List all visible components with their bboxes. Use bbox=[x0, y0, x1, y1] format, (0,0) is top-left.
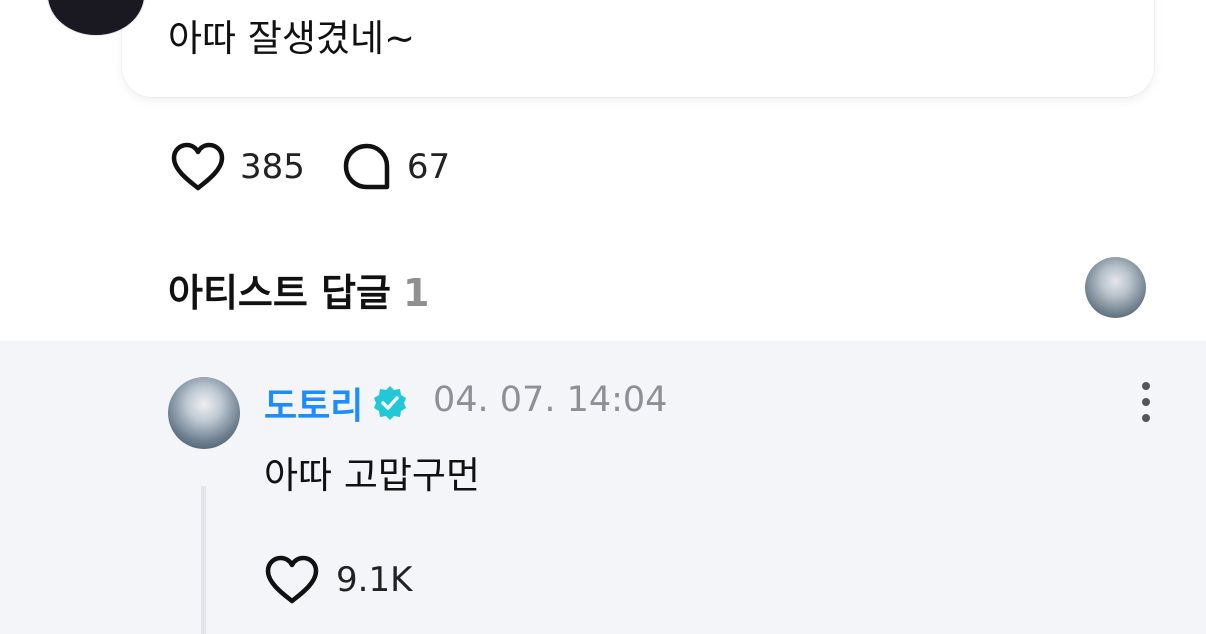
reply-author-name[interactable]: 도토리 bbox=[264, 377, 363, 429]
reply-like-count: 9.1K bbox=[336, 560, 413, 600]
heart-icon bbox=[171, 142, 225, 191]
heart-icon bbox=[265, 555, 319, 604]
post-like-count: 385 bbox=[240, 147, 305, 187]
speech-bubble-icon bbox=[343, 143, 390, 190]
verified-badge-icon bbox=[374, 386, 406, 420]
reply-timestamp: 04. 07. 14:04 bbox=[433, 380, 668, 420]
artist-replies-header: 아티스트 답글 1 bbox=[168, 262, 429, 317]
post-text: 아따 잘생겼네~ bbox=[168, 17, 416, 60]
post-actions: 385 67 bbox=[170, 142, 450, 192]
artist-replies-title: 아티스트 답글 bbox=[168, 271, 391, 315]
post-like-button[interactable]: 385 bbox=[170, 141, 305, 193]
artist-replies-count: 1 bbox=[403, 271, 430, 315]
thread-line bbox=[201, 486, 206, 634]
reply-like-button[interactable]: 9.1K bbox=[264, 554, 412, 606]
reply-author-avatar[interactable] bbox=[168, 377, 240, 449]
reply-text: 아따 고맙구먼 bbox=[264, 454, 481, 497]
post-comment-button[interactable]: 67 bbox=[341, 141, 450, 193]
more-vertical-icon[interactable] bbox=[1126, 380, 1166, 424]
post-comment-count: 67 bbox=[406, 147, 451, 187]
artist-profile-avatar[interactable] bbox=[1085, 257, 1146, 318]
